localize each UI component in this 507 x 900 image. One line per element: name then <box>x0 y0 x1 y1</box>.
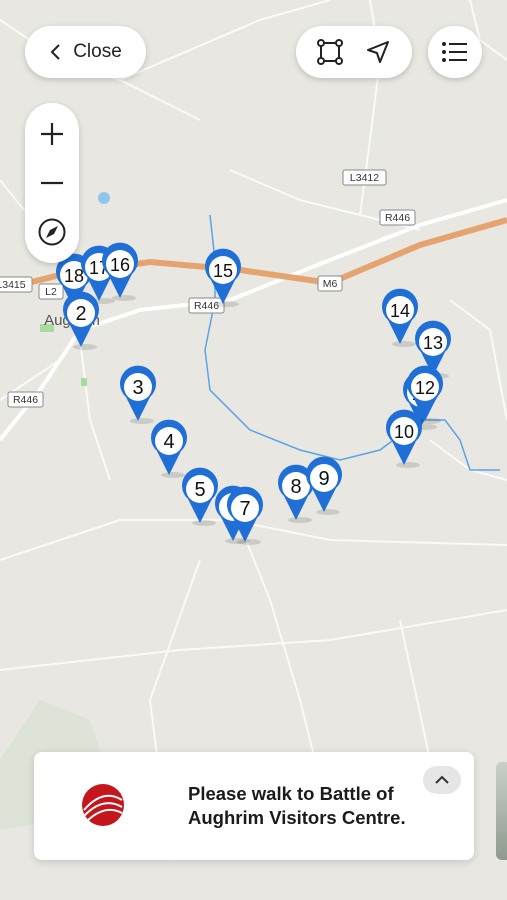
close-label: Close <box>73 41 122 62</box>
instruction-card[interactable]: Please walk to Battle of Aughrim Visitor… <box>34 752 474 860</box>
road-label-l3412: L3412 <box>350 172 379 184</box>
zoom-out-button[interactable] <box>34 165 70 201</box>
expand-card-button[interactable] <box>423 766 461 794</box>
list-button[interactable] <box>428 26 482 78</box>
road-label-m6: M6 <box>323 278 338 290</box>
list-icon <box>442 42 467 62</box>
route-marker-label: 13 <box>423 333 443 353</box>
zoom-controls <box>25 103 79 263</box>
route-marker-label: 5 <box>194 479 205 501</box>
route-marker-label: 2 <box>75 303 86 325</box>
route-marker-label: 10 <box>394 422 414 442</box>
next-card-thumbnail[interactable] <box>496 762 507 860</box>
route-marker-label: 4 <box>163 431 174 453</box>
plus-icon <box>41 122 63 145</box>
road-label-r446-west: R446 <box>13 394 38 406</box>
route-marker-label: 16 <box>110 255 130 275</box>
route-marker-label: 18 <box>64 266 84 286</box>
map-tools <box>296 26 412 78</box>
chevron-left-icon <box>50 44 60 60</box>
road-label-l2: L2 <box>45 286 57 298</box>
square-select-icon[interactable] <box>316 38 344 66</box>
close-button[interactable]: Close <box>25 26 146 78</box>
road-label-r446-east: R446 <box>385 212 410 224</box>
site-logo <box>82 784 124 826</box>
route-marker-label: 12 <box>415 378 435 398</box>
map-screen: { "header": { "close_label": "Close" }, … <box>0 0 507 900</box>
instruction-text: Please walk to Battle of Aughrim Visitor… <box>188 783 406 828</box>
chevron-up-icon <box>435 775 449 784</box>
route-marker-label: 3 <box>132 377 143 399</box>
route-marker-label: 8 <box>290 476 301 498</box>
route-marker-label: 14 <box>390 301 410 321</box>
compass-icon <box>38 218 66 246</box>
route-marker-label: 9 <box>318 468 329 490</box>
route-marker-label: 7 <box>239 498 250 520</box>
road-label-l3415: L3415 <box>0 279 26 291</box>
zoom-in-button[interactable] <box>34 116 70 152</box>
road-label-r446-mid: R446 <box>194 300 219 312</box>
minus-icon <box>41 181 63 185</box>
compass-button[interactable] <box>34 214 70 250</box>
navigation-arrow-icon[interactable] <box>364 38 392 66</box>
route-marker-label: 15 <box>213 261 233 281</box>
